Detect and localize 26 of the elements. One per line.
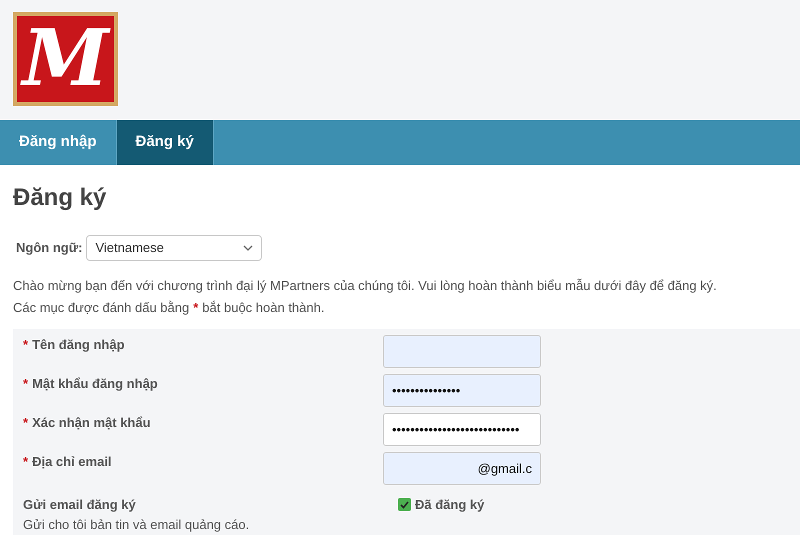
input-field[interactable]: •••••••••••••••••••••••••••• (383, 413, 541, 446)
legend-text: bắt buộc hoàn thành. (202, 299, 324, 317)
nav-tab[interactable]: Đăng ký (116, 120, 214, 165)
input-field[interactable]: ••••••••••••••• (383, 374, 541, 407)
required-mark: * (23, 454, 28, 469)
language-label: Ngôn ngữ: (16, 239, 82, 258)
input-field[interactable]: @gmail.c (383, 452, 541, 485)
field-label: Xác nhận mật khẩu (32, 415, 151, 430)
intro-text: Chào mừng bạn đến với chương trình đại lý MPartners của chúng tôi. Vui lòng hoàn thành biểu mẫu dưới đây để đăng ký. (13, 277, 718, 295)
input-field[interactable] (383, 335, 541, 368)
field-label: Địa chỉ email (32, 454, 112, 469)
checkbox[interactable] (398, 498, 411, 512)
required-mark: * (23, 415, 28, 430)
field-label: Mật khẩu đăng nhập (32, 376, 158, 391)
field-label: Tên đăng nhập (32, 337, 125, 352)
field-hint: Gửi cho tôi bản tin và email quảng cáo. (23, 516, 250, 534)
field-label: Gửi email đăng ký (23, 496, 137, 514)
logo: M (13, 12, 118, 106)
checkbox-label: Đã đăng ký (415, 496, 484, 514)
required-mark: * (23, 376, 28, 391)
required-mark: * (23, 337, 28, 352)
page-heading: Đăng ký (13, 183, 108, 213)
language-select[interactable]: Vietnamese (86, 235, 262, 261)
required-mark: * (193, 299, 198, 317)
chevron-down-icon (243, 245, 254, 251)
legend-text: Các mục được đánh dấu bằng (13, 299, 190, 317)
